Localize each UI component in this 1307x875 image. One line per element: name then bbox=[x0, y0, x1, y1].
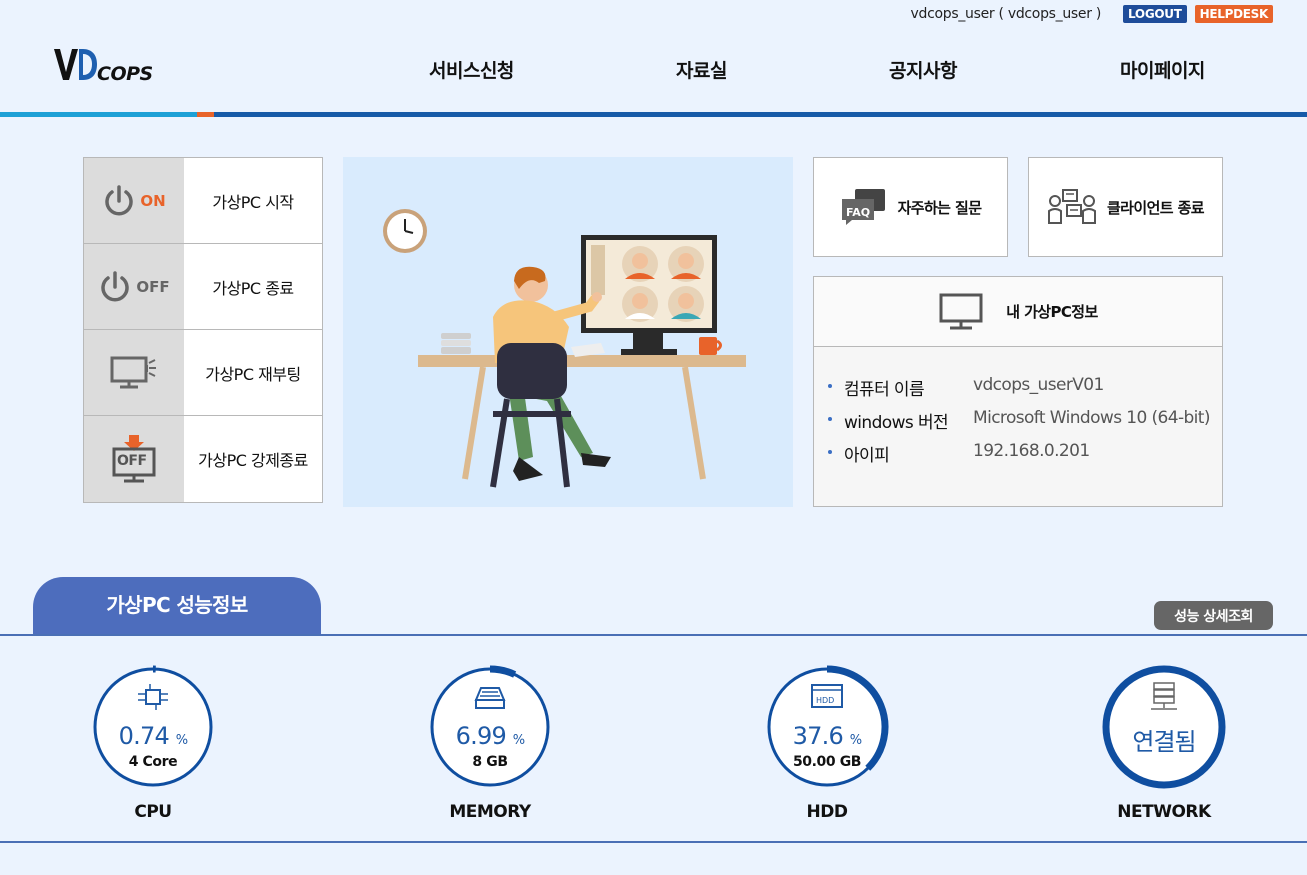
performance-tab[interactable]: 가상PC 성능정보 bbox=[33, 577, 321, 635]
nav-service-request[interactable]: 서비스신청 bbox=[429, 56, 514, 83]
network-gauge: 연결됨 NETWORK bbox=[1099, 662, 1229, 832]
hdd-gauge: HDD 37.6 % 50.00 GB HDD bbox=[762, 662, 892, 832]
vm-force-shutdown-button[interactable]: 가상PC 강제종료 OFF bbox=[84, 416, 322, 502]
info-row-computer-name: 컴퓨터 이름 vdcops_userV01 bbox=[828, 375, 1218, 408]
performance-divider-top bbox=[0, 634, 1307, 636]
vm-start-button[interactable]: ON 가상PC 시작 bbox=[84, 158, 322, 244]
header-divider bbox=[0, 112, 1307, 117]
vm-force-shutdown-label: 가상PC 강제종료 bbox=[198, 451, 308, 470]
nav-resources[interactable]: 자료실 bbox=[676, 56, 727, 83]
hdd-icon: HDD bbox=[811, 684, 843, 708]
performance-divider-bottom bbox=[0, 841, 1307, 843]
performance-detail-button[interactable]: 성능 상세조회 bbox=[1154, 601, 1273, 630]
nav-notices[interactable]: 공지사항 bbox=[889, 56, 957, 83]
cpu-icon bbox=[138, 684, 168, 710]
faq-label: 자주하는 질문 bbox=[897, 198, 982, 217]
memory-label: MEMORY bbox=[449, 802, 531, 822]
my-vm-info-panel: 내 가상PC정보 컴퓨터 이름 vdcops_userV01 windows 버… bbox=[813, 276, 1223, 507]
my-vm-info-title: 내 가상PC정보 bbox=[1006, 303, 1098, 321]
helpdesk-button[interactable]: HELPDESK bbox=[1194, 5, 1273, 23]
user-name: vdcops_user ( vdcops_user ) bbox=[910, 6, 1102, 22]
hdd-value: 37.6 % bbox=[792, 722, 862, 750]
top-bar: vdcops_user ( vdcops_user ) LOGOUT HELPD… bbox=[911, 4, 1273, 24]
my-vm-info-header: 내 가상PC정보 bbox=[814, 277, 1222, 347]
client-exit-button[interactable]: 클라이언트 종료 bbox=[1028, 157, 1223, 257]
svg-text:FAQ: FAQ bbox=[846, 206, 870, 219]
faq-icon: FAQ bbox=[841, 189, 885, 225]
vm-shutdown-button[interactable]: OFF 가상PC 종료 bbox=[84, 244, 322, 330]
info-key: 컴퓨터 이름 bbox=[844, 380, 925, 400]
svg-text:HDD: HDD bbox=[816, 696, 834, 705]
network-icon bbox=[1151, 682, 1177, 710]
faq-button[interactable]: FAQ 자주하는 질문 bbox=[813, 157, 1008, 257]
power-on-icon bbox=[105, 184, 134, 215]
cpu-label: CPU bbox=[134, 802, 172, 822]
vm-reboot-label: 가상PC 재부팅 bbox=[205, 364, 301, 384]
monitor-reboot-icon bbox=[110, 356, 156, 388]
vm-reboot-button[interactable]: 가상PC 재부팅 bbox=[84, 330, 322, 416]
memory-icon bbox=[474, 687, 506, 709]
vm-control-panel: ON 가상PC 시작 OFF 가상PC 종료 가상PC 재부팅 가상PC 강제종… bbox=[83, 157, 323, 503]
memory-value: 6.99 % bbox=[455, 722, 525, 750]
power-off-text: OFF bbox=[136, 277, 170, 296]
nav-mypage[interactable]: 마이페이지 bbox=[1120, 56, 1205, 83]
power-on-text: ON bbox=[140, 191, 166, 210]
info-key: windows 버전 bbox=[844, 413, 949, 433]
client-exit-label: 클라이언트 종료 bbox=[1106, 198, 1205, 217]
cpu-value: 0.74 % bbox=[118, 722, 188, 750]
hdd-size: 50.00 GB bbox=[792, 754, 862, 770]
client-exit-icon bbox=[1047, 189, 1096, 224]
monitor-icon bbox=[939, 293, 983, 329]
network-label: NETWORK bbox=[1117, 802, 1211, 822]
memory-size: 8 GB bbox=[472, 754, 508, 770]
memory-gauge: 6.99 % 8 GB MEMORY bbox=[425, 662, 555, 832]
my-vm-info-rows: 컴퓨터 이름 vdcops_userV01 windows 버전 Microso… bbox=[828, 375, 1218, 474]
vm-start-label: 가상PC 시작 bbox=[212, 192, 294, 212]
info-value: 192.168.0.201 bbox=[973, 441, 1090, 461]
cpu-cores: 4 Core bbox=[128, 754, 178, 770]
cpu-gauge: 0.74 % 4 Core CPU bbox=[88, 662, 218, 832]
logout-button[interactable]: LOGOUT bbox=[1123, 5, 1187, 23]
hdd-label: HDD bbox=[806, 802, 848, 822]
force-off-text: OFF bbox=[117, 453, 147, 469]
info-value: vdcops_userV01 bbox=[973, 375, 1104, 395]
info-row-windows-version: windows 버전 Microsoft Windows 10 (64-bit) bbox=[828, 408, 1218, 441]
remote-work-illustration bbox=[343, 157, 793, 507]
info-key: 아이피 bbox=[844, 446, 890, 466]
info-row-ip: 아이피 192.168.0.201 bbox=[828, 441, 1218, 474]
vm-shutdown-label: 가상PC 종료 bbox=[212, 278, 294, 298]
main-nav: 서비스신청 자료실 공지사항 마이페이지 bbox=[0, 56, 1307, 82]
network-status: 연결됨 bbox=[1132, 728, 1196, 756]
info-value: Microsoft Windows 10 (64-bit) bbox=[973, 408, 1211, 428]
power-off-icon bbox=[101, 270, 130, 301]
